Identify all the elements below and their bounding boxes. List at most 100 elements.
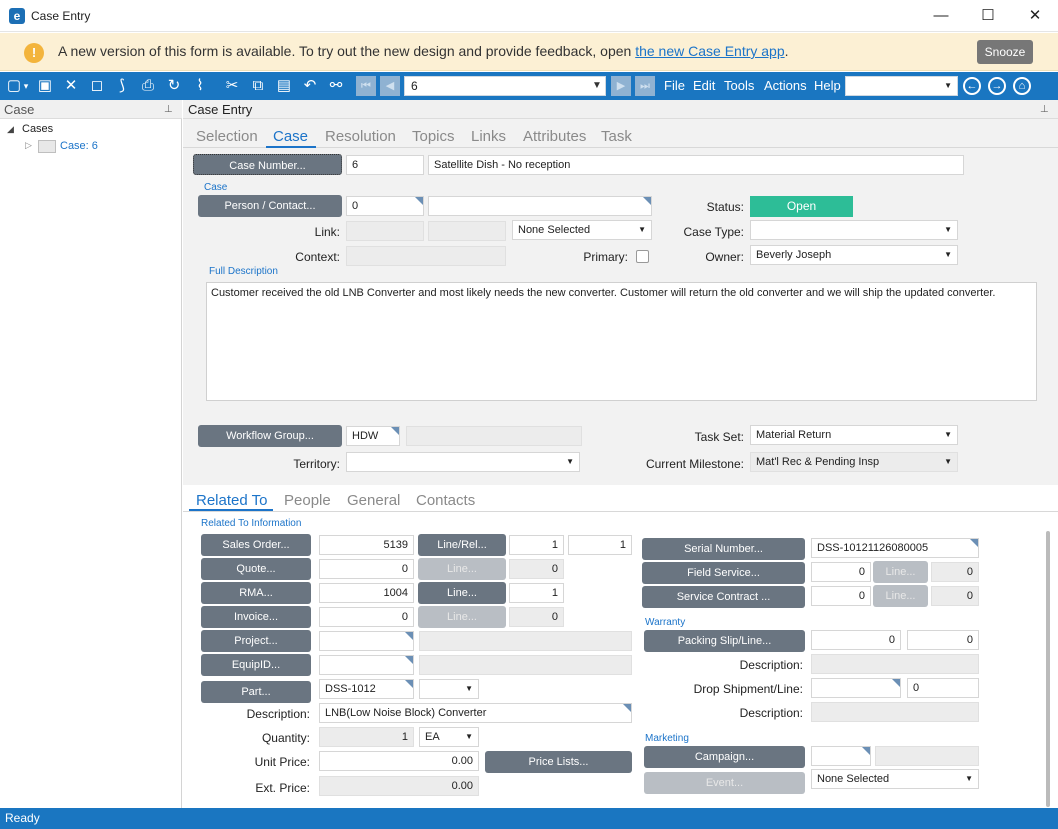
price-lists-button[interactable]: Price Lists... bbox=[485, 751, 632, 773]
rma-line-field[interactable]: 1 bbox=[509, 583, 564, 603]
binoculars-icon[interactable]: ⚯ bbox=[324, 72, 348, 100]
campaign-field[interactable] bbox=[811, 746, 871, 766]
tab-task[interactable]: Task bbox=[601, 128, 632, 145]
campaign-button[interactable]: Campaign... bbox=[644, 746, 805, 768]
sales-order-button[interactable]: Sales Order... bbox=[201, 534, 311, 556]
prev-record-icon[interactable]: ◀ bbox=[380, 76, 400, 96]
full-description-textarea[interactable]: Customer received the old LNB Converter … bbox=[206, 282, 1037, 401]
attach-icon[interactable]: ⟆ bbox=[110, 72, 134, 100]
last-record-icon[interactable]: ⏭ bbox=[635, 76, 655, 96]
field-service-field[interactable]: 0 bbox=[811, 562, 871, 582]
service-contract-button[interactable]: Service Contract ... bbox=[642, 586, 805, 608]
case-type-select[interactable]: ▼ bbox=[750, 220, 958, 240]
delete-icon[interactable]: ✕ bbox=[59, 72, 83, 100]
part-revision-select[interactable]: ▼ bbox=[419, 679, 479, 699]
rma-line-button[interactable]: Line... bbox=[418, 582, 506, 604]
expand-collapse-icon[interactable]: ◢ bbox=[7, 124, 14, 135]
pin-icon[interactable]: ⊥ bbox=[1040, 104, 1049, 115]
menu-file[interactable]: File bbox=[664, 72, 685, 100]
primary-checkbox[interactable] bbox=[636, 250, 649, 263]
packing-slip-button[interactable]: Packing Slip/Line... bbox=[644, 630, 805, 652]
person-id-field[interactable]: 0 bbox=[346, 196, 424, 216]
packing-line-field[interactable]: 0 bbox=[907, 630, 979, 650]
sales-order-release-field[interactable]: 1 bbox=[568, 535, 632, 555]
tab-case[interactable]: Case bbox=[273, 128, 308, 145]
workflow-group-button[interactable]: Workflow Group... bbox=[198, 425, 342, 447]
workflow-group-field[interactable]: HDW bbox=[346, 426, 400, 446]
tab-links[interactable]: Links bbox=[471, 128, 506, 145]
new-app-link[interactable]: the new Case Entry app bbox=[635, 43, 784, 59]
close-button[interactable]: ✕ bbox=[1012, 0, 1058, 32]
menu-tools[interactable]: Tools bbox=[724, 72, 754, 100]
field-service-button[interactable]: Field Service... bbox=[642, 562, 805, 584]
invoice-field[interactable]: 0 bbox=[319, 607, 414, 627]
quote-field[interactable]: 0 bbox=[319, 559, 414, 579]
packing-slip-field[interactable]: 0 bbox=[811, 630, 901, 650]
serial-number-field[interactable]: DSS-10121126080005 bbox=[811, 538, 979, 558]
undo-icon[interactable]: ↶ bbox=[298, 72, 322, 100]
rma-button[interactable]: RMA... bbox=[201, 582, 311, 604]
service-contract-field[interactable]: 0 bbox=[811, 586, 871, 606]
unit-price-field[interactable]: 0.00 bbox=[319, 751, 479, 771]
save-icon[interactable]: ▣ bbox=[33, 72, 57, 100]
sales-order-line-field[interactable]: 1 bbox=[509, 535, 564, 555]
menu-actions[interactable]: Actions bbox=[764, 72, 807, 100]
toolbar-search-select[interactable]: ▼ bbox=[845, 76, 958, 96]
home-icon[interactable]: ⌂ bbox=[1013, 77, 1031, 95]
case-description-field[interactable]: Satellite Dish - No reception bbox=[428, 155, 964, 175]
pin-icon[interactable]: ⊥ bbox=[164, 104, 173, 115]
paste-icon[interactable]: ▤ bbox=[272, 72, 296, 100]
rma-field[interactable]: 1004 bbox=[319, 583, 414, 603]
chevron-down-icon[interactable]: ▼ bbox=[592, 76, 602, 96]
equipid-field[interactable] bbox=[319, 655, 414, 675]
copy-icon[interactable]: ⧉ bbox=[246, 72, 270, 100]
tab-people[interactable]: People bbox=[284, 492, 331, 509]
new-dropdown-icon[interactable]: ▾ bbox=[20, 72, 32, 100]
tab-related-to[interactable]: Related To bbox=[196, 492, 267, 509]
print-preview-icon[interactable]: ⎙ bbox=[136, 72, 160, 100]
equipid-button[interactable]: EquipID... bbox=[201, 654, 311, 676]
case-number-button[interactable]: Case Number... bbox=[193, 154, 342, 175]
territory-select[interactable]: ▼ bbox=[346, 452, 580, 472]
case-number-field[interactable]: 6 bbox=[346, 155, 424, 175]
tab-resolution[interactable]: Resolution bbox=[325, 128, 396, 145]
tab-topics[interactable]: Topics bbox=[412, 128, 455, 145]
back-icon[interactable]: ← bbox=[963, 77, 981, 95]
drop-shipment-field[interactable] bbox=[811, 678, 901, 698]
broom-icon[interactable]: ⌇ bbox=[188, 72, 212, 100]
project-button[interactable]: Project... bbox=[201, 630, 311, 652]
owner-select[interactable]: Beverly Joseph ▼ bbox=[750, 245, 958, 265]
tab-contacts[interactable]: Contacts bbox=[416, 492, 475, 509]
maximize-button[interactable]: ☐ bbox=[965, 0, 1011, 32]
menu-edit[interactable]: Edit bbox=[693, 72, 715, 100]
expand-icon[interactable]: ▷ bbox=[25, 140, 32, 151]
forward-icon[interactable]: → bbox=[988, 77, 1006, 95]
tab-attributes[interactable]: Attributes bbox=[523, 128, 586, 145]
quote-button[interactable]: Quote... bbox=[201, 558, 311, 580]
person-name-field[interactable] bbox=[428, 196, 652, 216]
tree-item-cases[interactable]: Cases bbox=[22, 123, 53, 135]
serial-number-button[interactable]: Serial Number... bbox=[642, 538, 805, 560]
part-button[interactable]: Part... bbox=[201, 681, 311, 703]
drop-shipment-line-field[interactable]: 0 bbox=[907, 678, 979, 698]
cut-icon[interactable]: ✂ bbox=[220, 72, 244, 100]
tab-general[interactable]: General bbox=[347, 492, 400, 509]
tab-selection[interactable]: Selection bbox=[196, 128, 258, 145]
link-select[interactable]: None Selected ▼ bbox=[512, 220, 652, 240]
vertical-scrollbar[interactable] bbox=[1046, 531, 1050, 807]
line-rel-button[interactable]: Line/Rel... bbox=[418, 534, 506, 556]
uom-select[interactable]: EA ▼ bbox=[419, 727, 479, 747]
project-field[interactable] bbox=[319, 631, 414, 651]
sales-order-field[interactable]: 5139 bbox=[319, 535, 414, 555]
record-selector[interactable]: 6 bbox=[404, 76, 606, 96]
part-field[interactable]: DSS-1012 bbox=[319, 679, 414, 699]
snooze-button[interactable]: Snooze bbox=[977, 40, 1033, 64]
invoice-button[interactable]: Invoice... bbox=[201, 606, 311, 628]
next-record-icon[interactable]: ▶ bbox=[611, 76, 631, 96]
minimize-button[interactable]: — bbox=[918, 0, 964, 32]
first-record-icon[interactable]: ⏮ bbox=[356, 76, 376, 96]
part-description-field[interactable]: LNB(Low Noise Block) Converter bbox=[319, 703, 632, 723]
menu-help[interactable]: Help bbox=[814, 72, 841, 100]
event-select[interactable]: None Selected ▼ bbox=[811, 769, 979, 789]
refresh-icon[interactable]: ↻ bbox=[162, 72, 186, 100]
